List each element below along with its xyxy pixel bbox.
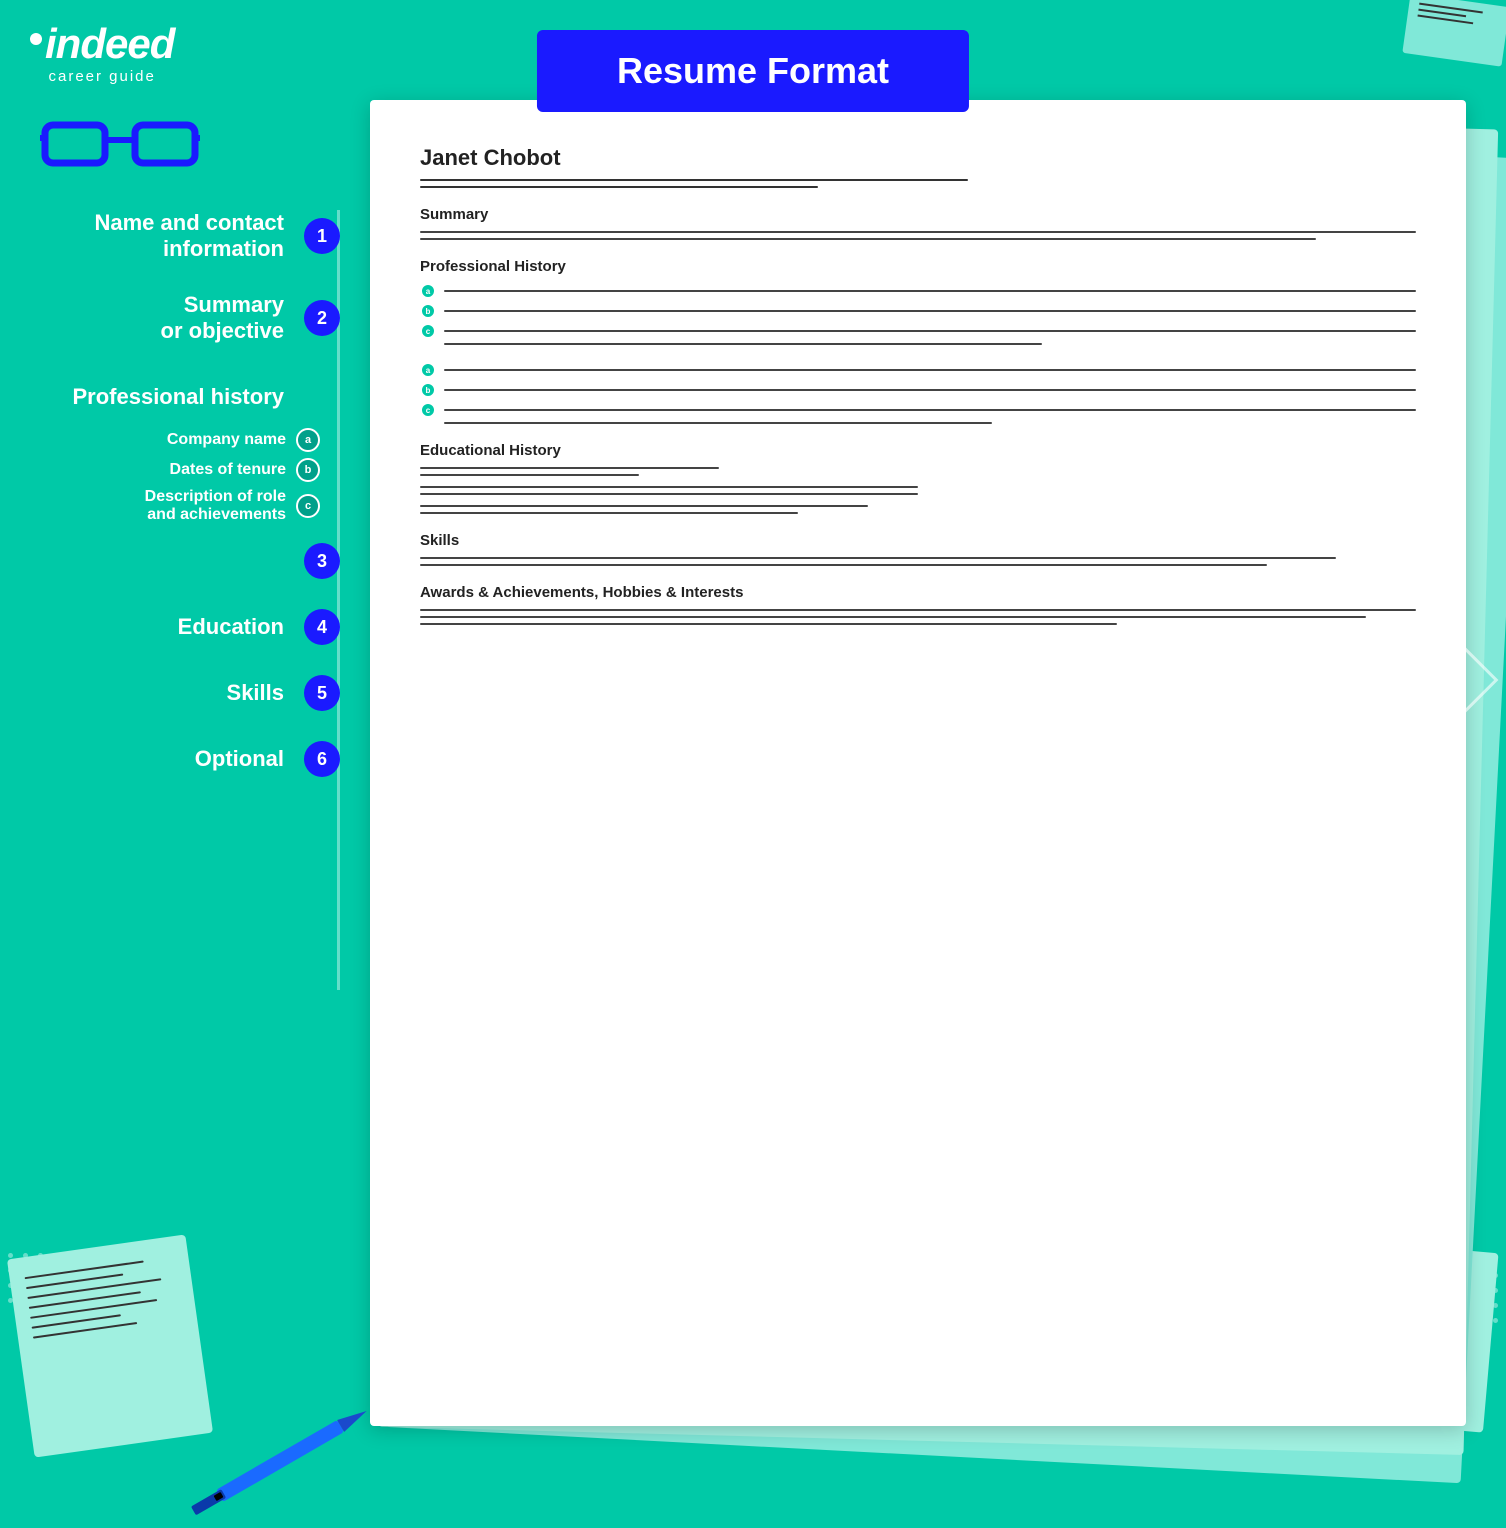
brand-tagline: career guide xyxy=(30,68,174,85)
bullet-b2-line xyxy=(444,389,1416,391)
awards-line2 xyxy=(420,616,1366,618)
sidebar-subitem-company: Company name a xyxy=(0,428,340,452)
prof-bullet-b1: b xyxy=(420,303,1416,319)
education-title: Educational History xyxy=(420,442,1416,459)
edu-line3 xyxy=(420,486,918,488)
awards-title: Awards & Achievements, Hobbies & Interes… xyxy=(420,584,1416,601)
professional-title: Professional History xyxy=(420,258,1416,275)
paper-scrap-left xyxy=(7,1234,213,1457)
sidebar-label-4: Education xyxy=(178,614,284,640)
name-underline xyxy=(420,179,968,181)
sidebar-subitem-description-label: Description of roleand achievements xyxy=(145,488,286,524)
prof-bullet-c2: c xyxy=(420,402,1416,418)
sidebar-sub-items: Company name a Dates of tenure b Descrip… xyxy=(0,428,340,530)
sidebar-label-5: Skills xyxy=(227,680,284,706)
skills-section: Skills xyxy=(420,532,1416,566)
bullet-c1-line xyxy=(444,330,1416,332)
edu-line4 xyxy=(420,493,918,495)
skills-line2 xyxy=(420,564,1267,566)
sidebar-subitem-badge-c: c xyxy=(296,494,320,518)
skills-title: Skills xyxy=(420,532,1416,549)
prof-bullet-a1: a xyxy=(420,283,1416,299)
sidebar-subitem-description: Description of roleand achievements c xyxy=(0,488,340,524)
awards-section: Awards & Achievements, Hobbies & Interes… xyxy=(420,584,1416,625)
sidebar-subitem-dates-label: Dates of tenure xyxy=(170,461,286,479)
resume-stack: Janet Chobot Summary Professional Histor… xyxy=(370,100,1466,1426)
bullet-a2-line xyxy=(444,369,1416,371)
sidebar-item-skills: Skills 5 xyxy=(0,675,340,711)
education-section: Educational History xyxy=(420,442,1416,514)
sidebar-subitem-dates: Dates of tenure b xyxy=(0,458,340,482)
sidebar-subitem-company-label: Company name xyxy=(167,431,286,449)
awards-line3 xyxy=(420,623,1117,625)
edu-line5 xyxy=(420,505,868,507)
summary-line2 xyxy=(420,238,1316,240)
sidebar-item-education: Education 4 xyxy=(0,609,340,645)
edu-line1 xyxy=(420,467,719,469)
bullet-a1: a xyxy=(420,283,436,299)
prof-bullet-b2: b xyxy=(420,382,1416,398)
sidebar-subitem-badge-a: a xyxy=(296,428,320,452)
sidebar-label-1: Name and contact xyxy=(95,210,285,236)
prof-bullet-c1: c xyxy=(420,323,1416,339)
sidebar-item-contact: Name and contact information 1 xyxy=(0,210,340,262)
bullet-a1-line xyxy=(444,290,1416,292)
sidebar-item-professional: Professional history xyxy=(0,384,340,410)
prof-line1 xyxy=(444,343,1042,345)
bullet-c2-line xyxy=(444,409,1416,411)
glasses-icon xyxy=(40,110,200,185)
sidebar-badge-2: 2 xyxy=(304,300,340,336)
bullet-b1: b xyxy=(420,303,436,319)
edu-line6 xyxy=(420,512,798,514)
brand-name: indeed xyxy=(45,20,174,68)
bullet-c2: c xyxy=(420,402,436,418)
professional-section: Professional History a b c a b xyxy=(420,258,1416,424)
resume-name: Janet Chobot xyxy=(420,145,1416,171)
resume-paper: Janet Chobot Summary Professional Histor… xyxy=(370,100,1466,1426)
bullet-b1-line xyxy=(444,310,1416,312)
sidebar-item-summary: Summary or objective 2 xyxy=(0,292,340,344)
sidebar: Name and contact information 1 Summary o… xyxy=(0,210,340,807)
pen-icon xyxy=(186,1398,374,1524)
name-underline2 xyxy=(420,186,818,188)
sidebar-label-2: Summary xyxy=(161,292,284,318)
sidebar-label-2b: or objective xyxy=(161,318,284,344)
bullet-c1: c xyxy=(420,323,436,339)
sidebar-label-1b: information xyxy=(95,236,285,262)
summary-title: Summary xyxy=(420,206,1416,223)
summary-line1 xyxy=(420,231,1416,233)
skills-line1 xyxy=(420,557,1336,559)
summary-section: Summary xyxy=(420,206,1416,240)
sidebar-badge-4: 4 xyxy=(304,609,340,645)
prof-line2 xyxy=(444,422,992,424)
sidebar-badge-1: 1 xyxy=(304,218,340,254)
sidebar-label-6: Optional xyxy=(195,746,284,772)
sidebar-label-3: Professional history xyxy=(72,384,284,410)
sidebar-item-optional: Optional 6 xyxy=(0,741,340,777)
page-title: Resume Format xyxy=(537,30,969,112)
sidebar-badge-5: 5 xyxy=(304,675,340,711)
edu-line2 xyxy=(420,474,639,476)
sidebar-badge-6: 6 xyxy=(304,741,340,777)
awards-line1 xyxy=(420,609,1416,611)
indeed-logo: indeed career guide xyxy=(30,20,174,85)
prof-bullet-a2: a xyxy=(420,362,1416,378)
sidebar-subitem-badge-b: b xyxy=(296,458,320,482)
bullet-a2: a xyxy=(420,362,436,378)
sidebar-badge-3: 3 xyxy=(304,543,340,579)
bullet-b2: b xyxy=(420,382,436,398)
